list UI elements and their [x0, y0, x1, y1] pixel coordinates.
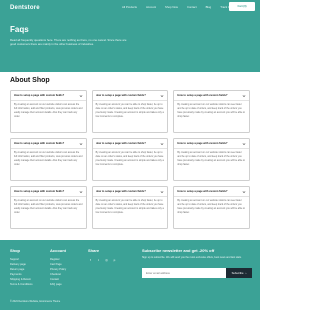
arrow-right-icon: ›	[245, 271, 247, 275]
footer-share-column: Share f t ◎ p	[88, 248, 117, 262]
faq-card[interactable]: How to setup a page with custom fields? …	[173, 186, 250, 229]
social-icons: f t ◎ p	[88, 257, 117, 262]
footer-share-title: Share	[88, 248, 100, 253]
faq-grid: How to setup a page with custom fields? …	[10, 90, 250, 229]
faq-answer: By creating an account you can be able t…	[95, 103, 164, 118]
subscribe-label: Subscribe	[231, 271, 244, 275]
faq-question[interactable]: How to setup a page with custom fields?	[96, 189, 159, 195]
divider	[174, 100, 249, 101]
faq-card[interactable]: How to setup a page with custom fields? …	[173, 90, 250, 133]
page-subtitle: Read all frequently questions here. Ther…	[10, 38, 127, 47]
cart-button[interactable]: Cart (0)	[229, 2, 255, 11]
divider	[174, 196, 249, 197]
copyright-text: © 2024 Dentstore Website, Ecommerce Them…	[10, 300, 61, 303]
nav-item-all-products[interactable]: All Products	[122, 5, 137, 9]
chevron-down-icon[interactable]	[242, 94, 246, 98]
newsletter-form: Subscribe ›	[142, 268, 252, 278]
faq-question[interactable]: How to setup a page with custom fields?	[14, 189, 77, 195]
faq-card[interactable]: How to setup a page with custom fields? …	[91, 90, 169, 133]
footer-account-title: Account	[50, 248, 66, 253]
faq-card[interactable]: How to setup a page with custom fields? …	[10, 186, 87, 229]
footer-shop-title: Shop	[10, 248, 20, 253]
subscribe-button[interactable]: Subscribe ›	[226, 268, 252, 278]
chevron-down-icon[interactable]	[160, 142, 164, 146]
nav-item-blog[interactable]: Blog	[206, 5, 212, 9]
nav-item-account[interactable]: Account	[146, 5, 156, 9]
faq-question[interactable]: How to setup a page with custom fields?	[14, 141, 77, 147]
faq-answer: By creating an account on our website vi…	[177, 199, 245, 214]
divider	[92, 148, 168, 149]
page-title: Faqs	[10, 25, 29, 34]
faq-answer: By creating an account on our website vi…	[177, 151, 245, 166]
twitter-icon[interactable]: t	[96, 257, 101, 262]
faq-card[interactable]: How to setup a page with custom fields? …	[91, 186, 169, 229]
faq-question[interactable]: How to setup a page with custom fields?	[177, 93, 240, 99]
faq-question[interactable]: How to setup a page with custom fields?	[14, 93, 77, 99]
faq-card[interactable]: How to setup a page with custom fields? …	[173, 138, 250, 181]
faq-answer: By creating an account on our website vi…	[14, 151, 83, 166]
faq-question[interactable]: How to setup a page with custom fields?	[177, 141, 240, 147]
chevron-down-icon[interactable]	[160, 190, 164, 194]
chevron-down-icon[interactable]	[242, 190, 246, 194]
chevron-down-icon[interactable]	[160, 94, 164, 98]
nav-item-contact[interactable]: Contact	[187, 5, 197, 9]
faq-card[interactable]: How to setup a page with custom fields? …	[91, 138, 169, 181]
footer-account-column: Account Register Cart Page Privacy Polic…	[50, 248, 66, 287]
faq-card[interactable]: How to setup a page with custom fields? …	[10, 90, 87, 133]
chevron-down-icon[interactable]	[79, 94, 83, 98]
section-title: About Shop	[10, 77, 50, 84]
divider	[11, 100, 86, 101]
footer-link-faq[interactable]: FAQ page	[50, 282, 66, 287]
faq-answer: By creating an account on our website vi…	[177, 103, 245, 118]
faq-answer: By creating an account you can be able t…	[95, 151, 164, 166]
nav-item-shop-now[interactable]: Shop Now	[165, 5, 178, 9]
email-input[interactable]	[142, 268, 226, 278]
faq-answer: By creating an account on our website vi…	[14, 199, 83, 214]
faq-question[interactable]: How to setup a page with custom fields?	[96, 93, 159, 99]
facebook-icon[interactable]: f	[88, 257, 93, 262]
footer-shop-column: Shop Support Delivery page Return page P…	[10, 248, 33, 287]
chevron-down-icon[interactable]	[79, 190, 83, 194]
faq-question[interactable]: How to setup a page with custom fields?	[177, 189, 240, 195]
divider	[92, 196, 168, 197]
faq-answer: By creating an account on our website vi…	[14, 103, 83, 118]
faq-answer: By creating an account you can be able t…	[95, 199, 164, 214]
divider	[11, 196, 86, 197]
newsletter-title: Subscribe newsletter and get -20% off	[142, 248, 215, 253]
chevron-down-icon[interactable]	[79, 142, 83, 146]
divider	[92, 100, 168, 101]
cart-label: Cart (0)	[237, 5, 247, 8]
faq-question[interactable]: How to setup a page with custom fields?	[96, 141, 159, 147]
divider	[11, 148, 86, 149]
newsletter-subtitle: Sign up to subscribe. We will send you t…	[142, 256, 242, 259]
brand-logo[interactable]: Dentstore	[10, 5, 40, 11]
footer-link-terms[interactable]: Terms & Conditions	[10, 282, 33, 287]
chevron-down-icon[interactable]	[242, 142, 246, 146]
main-nav: All Products Account Shop Now Contact Bl…	[122, 5, 235, 9]
pinterest-icon[interactable]: p	[112, 257, 117, 262]
instagram-icon[interactable]: ◎	[104, 257, 109, 262]
faq-card[interactable]: How to setup a page with custom fields? …	[10, 138, 87, 181]
divider	[174, 148, 249, 149]
